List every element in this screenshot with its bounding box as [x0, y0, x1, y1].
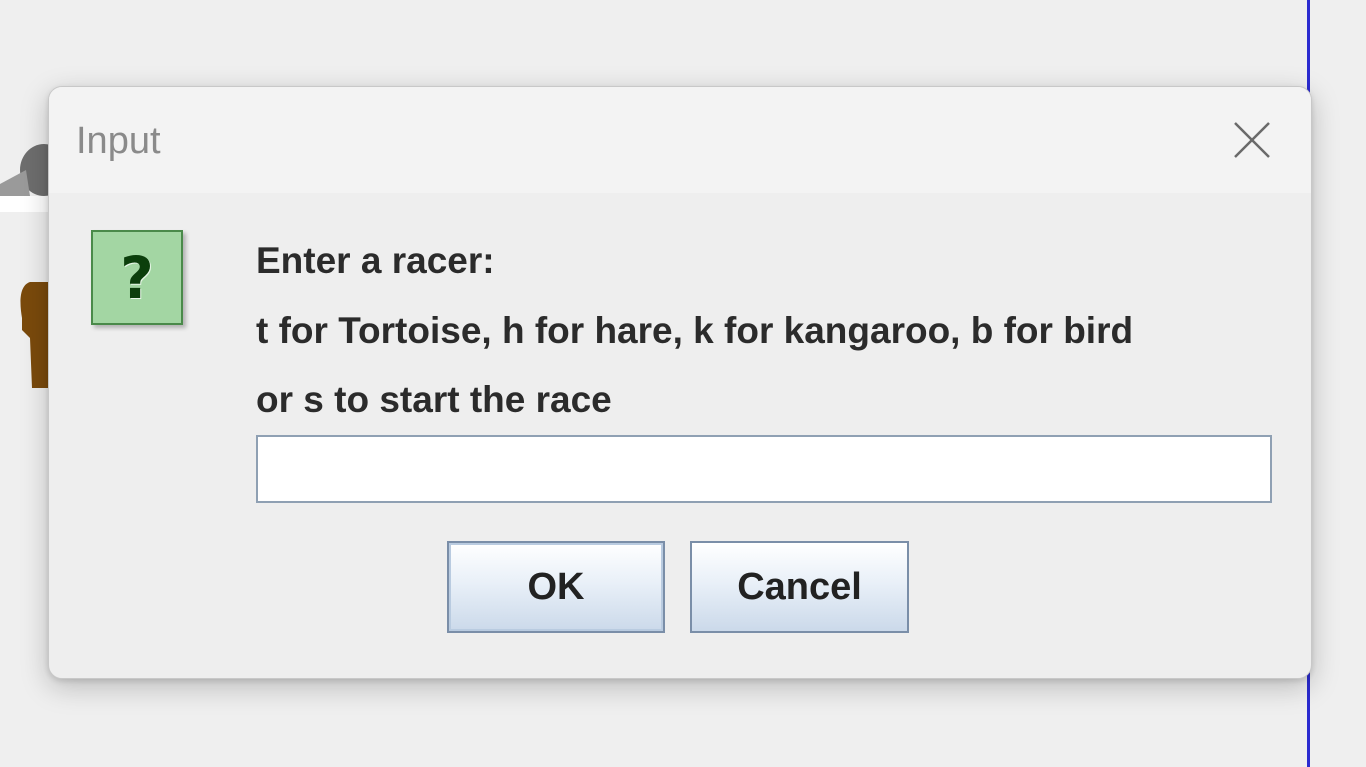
background-track-strip [0, 196, 50, 212]
background-sprite-brown [0, 282, 50, 388]
question-icon-glyph: ? [120, 243, 154, 312]
dialog-title: Input [76, 120, 161, 162]
racer-input[interactable] [256, 435, 1272, 503]
input-dialog: Input ? Enter a racer: t for Tortoise, h… [48, 86, 1312, 679]
close-button[interactable] [1221, 109, 1283, 171]
message-line-prompt: Enter a racer: [256, 240, 495, 281]
ok-button[interactable]: OK [447, 541, 665, 633]
message-line-options: t for Tortoise, h for hare, k for kangar… [256, 310, 1134, 351]
close-icon [1234, 122, 1270, 158]
question-icon: ? [91, 230, 183, 325]
dialog-titlebar[interactable]: Input [49, 87, 1311, 193]
message-line-start: or s to start the race [256, 379, 612, 420]
cancel-button[interactable]: Cancel [690, 541, 909, 633]
background-sprite-grey [0, 140, 50, 196]
